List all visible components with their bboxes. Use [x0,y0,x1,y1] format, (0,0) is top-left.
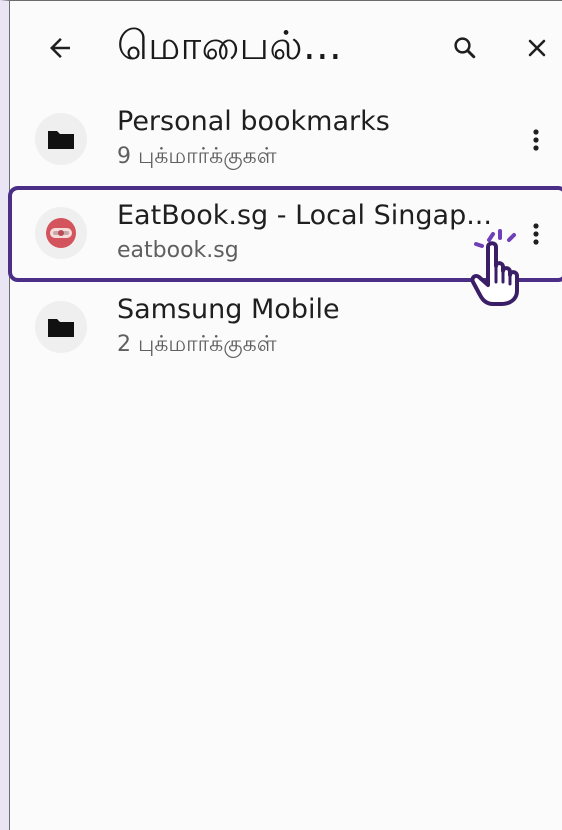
search-button[interactable] [443,26,487,70]
bookmarks-screen: மொபைல்... Personal bookmarks 9 புக்மார்க… [0,0,562,830]
arrow-left-icon [50,38,70,58]
bookmark-row-title: Personal bookmarks [117,106,390,137]
more-vert-icon [533,129,539,151]
folder-icon [35,113,87,165]
bookmark-row-eatbook[interactable]: EatBook.sg - Local Singap... eatbook.sg [8,186,562,282]
bookmark-row-personal-bookmarks[interactable]: Personal bookmarks 9 புக்மார்க்குகள் [10,93,562,187]
app-bar: மொபைல்... [10,1,562,93]
bookmark-row-samsung-mobile[interactable]: Samsung Mobile 2 புக்மார்க்குகள் [10,281,562,375]
bookmark-row-subtitle: eatbook.sg [117,238,239,263]
search-icon [454,37,476,59]
more-options-button[interactable] [524,118,548,162]
bookmark-row-title: Samsung Mobile [117,294,340,325]
more-vert-icon [533,223,539,245]
back-button[interactable] [38,26,82,70]
bookmark-row-subtitle: 9 புக்மார்க்குகள் [117,144,277,169]
more-options-button[interactable] [524,212,548,256]
close-button[interactable] [515,26,559,70]
folder-icon [35,301,87,353]
site-favicon-icon [35,207,87,259]
close-icon [528,39,546,57]
page-title: மொபைல்... [117,23,342,69]
bookmark-row-subtitle: 2 புக்மார்க்குகள் [117,332,277,357]
bookmark-list: Personal bookmarks 9 புக்மார்க்குகள் Eat… [8,93,562,375]
bookmark-row-title: EatBook.sg - Local Singap... [117,200,492,231]
